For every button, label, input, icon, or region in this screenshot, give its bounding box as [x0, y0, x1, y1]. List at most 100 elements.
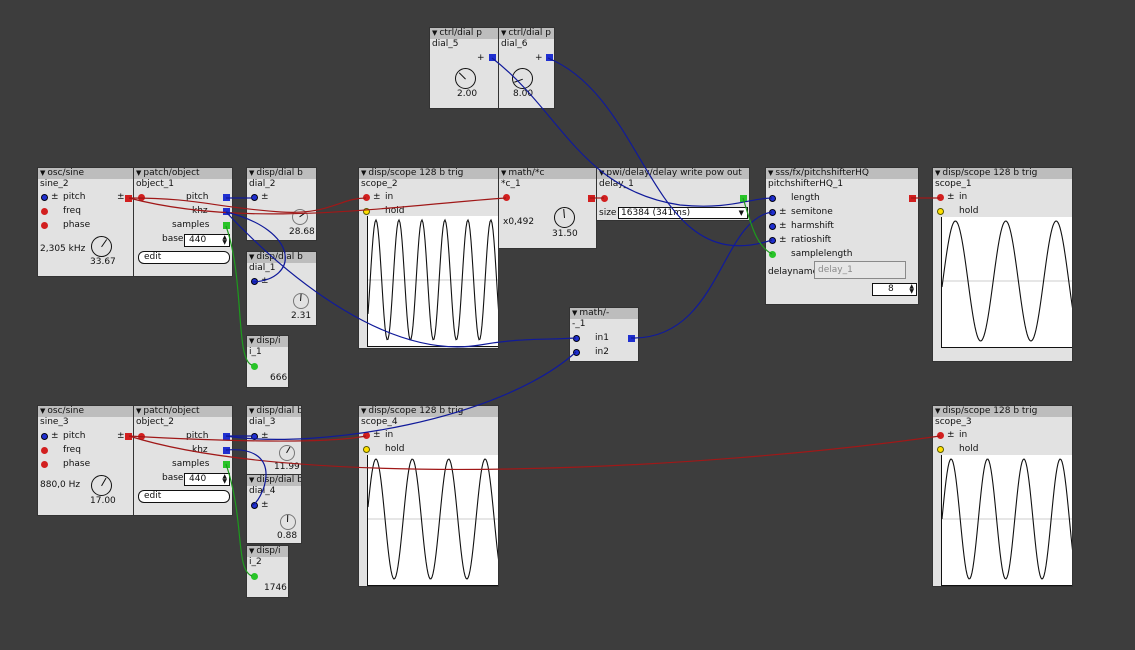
- object-header[interactable]: ▼ disp/i: [247, 546, 288, 557]
- collapse-triangle-icon[interactable]: ▼: [249, 253, 254, 261]
- collapse-triangle-icon[interactable]: ▼: [249, 407, 254, 415]
- size-dropdown[interactable]: 16384 (341ms) ▼: [618, 207, 748, 219]
- inlet-pin[interactable]: [251, 573, 258, 580]
- khz-outlet-pin[interactable]: [223, 208, 230, 215]
- object-1-object[interactable]: ▼ patch/object object_1 ± pitch khz sampl…: [117, 167, 233, 277]
- collapse-triangle-icon[interactable]: ▼: [361, 169, 366, 177]
- in-inlet-pin[interactable]: [363, 194, 370, 201]
- object-header[interactable]: ▼ osc/sine: [38, 406, 133, 417]
- object-header[interactable]: ▼ disp/i: [247, 336, 288, 347]
- minus-object[interactable]: ▼ math/- -_1 in1 in2: [569, 307, 639, 362]
- in1-inlet-pin[interactable]: [573, 335, 580, 342]
- object-header[interactable]: ▼ disp/dial b: [247, 475, 301, 486]
- inlet-pin[interactable]: [251, 278, 258, 285]
- in-inlet-pin[interactable]: [937, 432, 944, 439]
- samples-outlet-pin[interactable]: [223, 222, 230, 229]
- dial-knob[interactable]: [512, 68, 533, 89]
- outlet-pin[interactable]: [489, 54, 496, 61]
- inlet-pin[interactable]: [138, 194, 145, 201]
- collapse-triangle-icon[interactable]: ▼: [40, 407, 45, 415]
- collapse-triangle-icon[interactable]: ▼: [501, 29, 506, 37]
- inlet-pin[interactable]: [138, 433, 145, 440]
- hold-inlet-pin[interactable]: [363, 446, 370, 453]
- collapse-triangle-icon[interactable]: ▼: [432, 29, 437, 37]
- dropdown-arrow-icon[interactable]: ▼: [739, 208, 744, 218]
- collapse-triangle-icon[interactable]: ▼: [40, 169, 45, 177]
- freq-inlet-pin[interactable]: [41, 208, 48, 215]
- wave-outlet-pin[interactable]: [125, 433, 132, 440]
- inlet-pin[interactable]: [503, 194, 510, 201]
- object-header[interactable]: ▼ ctrl/dial p: [499, 28, 554, 39]
- collapse-triangle-icon[interactable]: ▼: [599, 169, 604, 177]
- inlet-pin[interactable]: [251, 363, 258, 370]
- dial-knob[interactable]: [554, 207, 575, 228]
- delay-object[interactable]: ▼ pwi/delay/delay write pow out delay_1 s…: [596, 167, 750, 221]
- base-number-box[interactable]: 440 ▲ ▼: [184, 234, 230, 247]
- collapse-triangle-icon[interactable]: ▼: [249, 547, 254, 555]
- dial-5-object[interactable]: ▼ ctrl/dial p dial_5 + 2.00: [429, 27, 499, 109]
- phase-inlet-pin[interactable]: [41, 461, 48, 468]
- collapse-triangle-icon[interactable]: ▼: [935, 169, 940, 177]
- inlet-pin[interactable]: [251, 194, 258, 201]
- base-number-box[interactable]: 440 ▲ ▼: [184, 473, 230, 486]
- object-header[interactable]: ▼ sss/fx/pitchshifterHQ: [766, 168, 918, 179]
- collapse-triangle-icon[interactable]: ▼: [935, 407, 940, 415]
- object-header[interactable]: ▼ pwi/delay/delay write pow out: [597, 168, 749, 179]
- dial-1-object[interactable]: ▼ disp/dial b dial_1 ± 2.31: [246, 251, 317, 326]
- freq-inlet-pin[interactable]: [41, 447, 48, 454]
- in-inlet-pin[interactable]: [363, 432, 370, 439]
- object-header[interactable]: ▼ patch/object: [134, 168, 232, 179]
- collapse-triangle-icon[interactable]: ▼: [136, 169, 141, 177]
- hold-inlet-pin[interactable]: [937, 208, 944, 215]
- samples-outlet-pin[interactable]: [223, 461, 230, 468]
- phase-inlet-pin[interactable]: [41, 222, 48, 229]
- dial-4-object[interactable]: ▼ disp/dial b dial_4 ± 0.88: [246, 474, 302, 544]
- outlet-pin[interactable]: [740, 195, 747, 202]
- i-1-object[interactable]: ▼ disp/i i_1 666: [246, 335, 289, 388]
- object-header[interactable]: ▼ disp/scope 128 b trig: [933, 406, 1072, 417]
- object-2-object[interactable]: ▼ patch/object object_2 ± pitch khz sampl…: [117, 405, 233, 516]
- dial-6-object[interactable]: ▼ ctrl/dial p dial_6 + 8.00: [498, 27, 555, 109]
- collapse-triangle-icon[interactable]: ▼: [501, 169, 506, 177]
- object-header[interactable]: ▼ disp/dial b: [247, 252, 316, 263]
- collapse-triangle-icon[interactable]: ▼: [249, 476, 254, 484]
- inlet-pin[interactable]: [601, 195, 608, 202]
- collapse-triangle-icon[interactable]: ▼: [572, 309, 577, 317]
- object-header[interactable]: ▼ patch/object: [134, 406, 232, 417]
- inlet-pin[interactable]: [251, 433, 258, 440]
- blue-patch-cord[interactable]: [630, 211, 773, 339]
- spinner-arrows-icon[interactable]: ▲ ▼: [222, 474, 227, 485]
- edit-button[interactable]: edit: [138, 251, 230, 264]
- object-header[interactable]: ▼ math/-: [570, 308, 638, 319]
- object-header[interactable]: ▼ disp/dial b: [247, 168, 316, 179]
- collapse-triangle-icon[interactable]: ▼: [249, 337, 254, 345]
- pitchshifter-object[interactable]: ▼ sss/fx/pitchshifterHQ pitchshifterHQ_1 …: [765, 167, 919, 305]
- pitch-inlet-pin[interactable]: [41, 433, 48, 440]
- scope-4-object[interactable]: ▼ disp/scope 128 b trig scope_4 ± in hold: [358, 405, 499, 587]
- object-header[interactable]: ▼ disp/scope 128 b trig: [359, 168, 498, 179]
- spinner-arrows-icon[interactable]: ▲ ▼: [222, 235, 227, 246]
- hold-inlet-pin[interactable]: [363, 208, 370, 215]
- outlet-pin[interactable]: [909, 195, 916, 202]
- dial-3-object[interactable]: ▼ disp/dial b dial_3 ± 11.99: [246, 405, 302, 475]
- harmshift-inlet-pin[interactable]: [769, 223, 776, 230]
- object-header[interactable]: ▼ disp/scope 128 b trig: [933, 168, 1072, 179]
- collapse-triangle-icon[interactable]: ▼: [136, 407, 141, 415]
- mathc-object[interactable]: ▼ math/*c *c_1 x0,492 31.50: [498, 167, 597, 249]
- collapse-triangle-icon[interactable]: ▼: [249, 169, 254, 177]
- object-header[interactable]: ▼ disp/dial b: [247, 406, 301, 417]
- spinner-arrows-icon[interactable]: ▲ ▼: [909, 284, 914, 295]
- dial-knob[interactable]: [91, 236, 112, 257]
- hold-inlet-pin[interactable]: [937, 446, 944, 453]
- in-inlet-pin[interactable]: [937, 194, 944, 201]
- object-header[interactable]: ▼ osc/sine: [38, 168, 133, 179]
- collapse-triangle-icon[interactable]: ▼: [768, 169, 773, 177]
- object-header[interactable]: ▼ ctrl/dial p: [430, 28, 498, 39]
- sine-3-object[interactable]: ▼ osc/sine sine_3 ± pitch freq phase 880,…: [37, 405, 134, 516]
- order-number-box[interactable]: 8 ▲ ▼: [872, 283, 917, 296]
- semitone-inlet-pin[interactable]: [769, 209, 776, 216]
- dial-2-object[interactable]: ▼ disp/dial b dial_2 ± 28.68: [246, 167, 317, 241]
- khz-outlet-pin[interactable]: [223, 447, 230, 454]
- pitch-outlet-pin[interactable]: [223, 194, 230, 201]
- object-header[interactable]: ▼ math/*c: [499, 168, 596, 179]
